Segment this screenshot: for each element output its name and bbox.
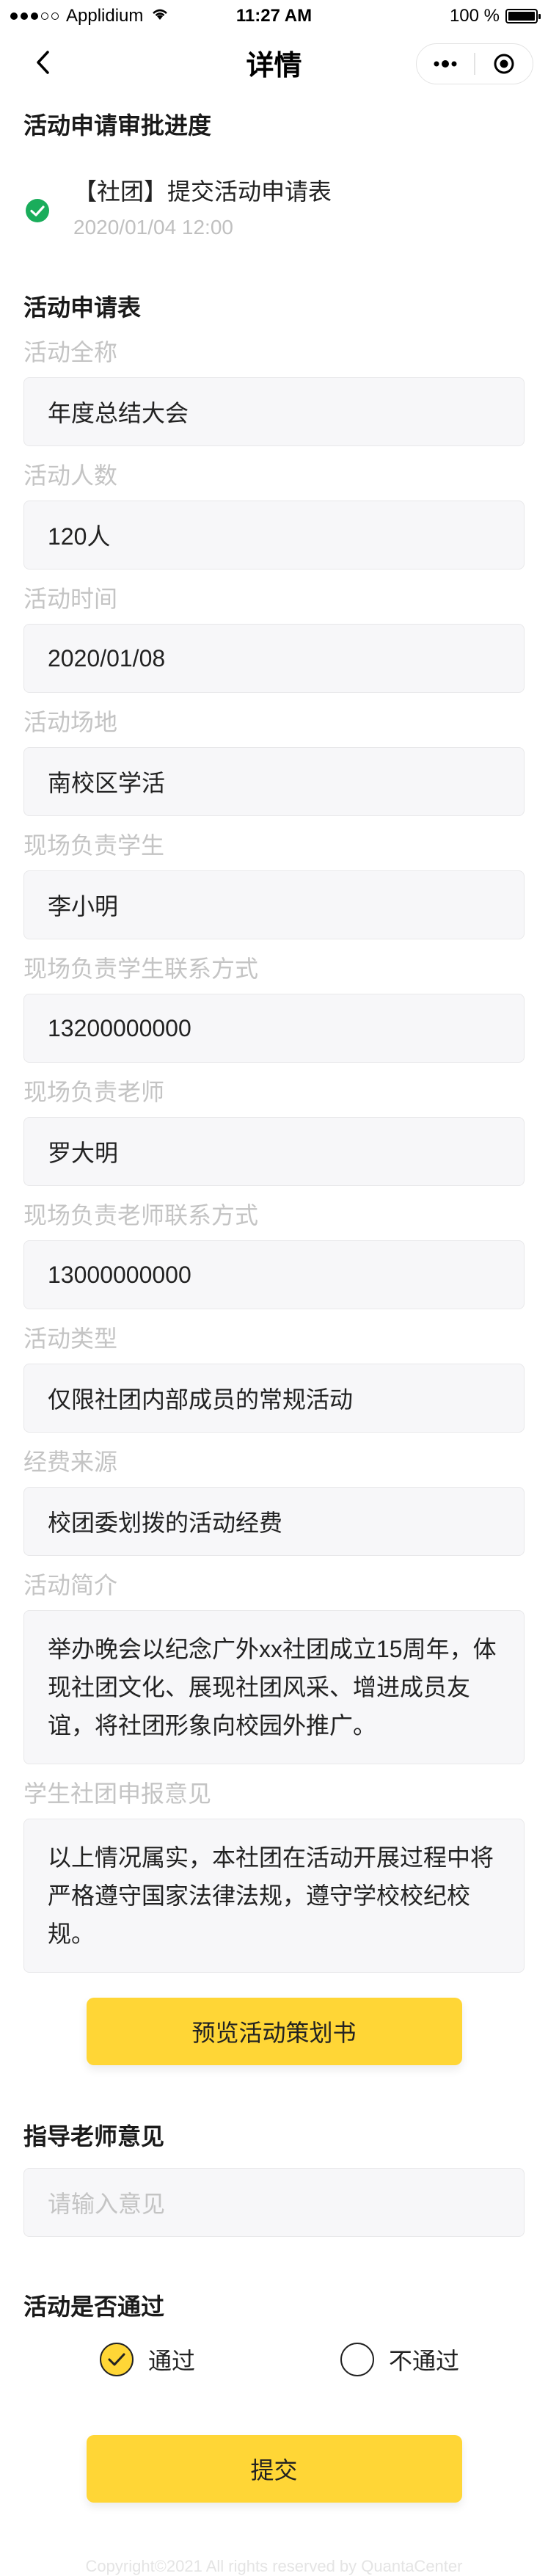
approval-section-title: 活动申请审批进度 [23,112,212,139]
field-label-activity-time: 活动时间 [23,586,118,612]
radio-reject[interactable]: 不通过 [340,2343,459,2376]
field-label-student-in-charge: 现场负责学生 [23,832,165,859]
field-label-student-contact: 现场负责学生联系方式 [23,956,259,982]
field-label-club-opinion: 学生社团申报意见 [23,1780,212,1807]
teacher-opinion-input[interactable]: 请输入意见 [23,2168,525,2237]
approval-step-text: 【社团】提交活动申请表 2020/01/04 12:00 [73,176,332,239]
field-label-teacher-contact: 现场负责老师联系方式 [23,1202,259,1229]
battery-percent: 100 % [449,6,500,26]
field-funding-source: 校团委划拨的活动经费 [23,1487,525,1556]
field-student-contact: 13200000000 [23,994,525,1063]
status-left: Applidium [10,6,169,26]
mini-program-capsule [416,43,533,84]
field-label-funding-source: 经费来源 [23,1449,118,1475]
carrier-name: Applidium [66,6,144,26]
close-button[interactable] [475,44,533,84]
radio-checked-icon [100,2343,134,2376]
status-right: 100 % [449,6,541,26]
field-label-activity-name: 活动全称 [23,339,118,365]
back-button[interactable] [29,49,56,76]
battery-icon [505,9,541,23]
field-label-activity-summary: 活动简介 [23,1572,118,1598]
field-activity-summary: 举办晚会以纪念广外xx社团成立15周年，体现社团文化、展现社团风采、增进成员友谊… [23,1610,525,1764]
form-section-title: 活动申请表 [23,294,142,321]
approval-step-time: 2020/01/04 12:00 [73,216,233,239]
field-activity-time: 2020/01/08 [23,624,525,693]
footer-copyright: Copyright©2021 All rights reserved by Qu… [85,2557,463,2575]
check-circle-icon [26,199,49,222]
field-label-venue: 活动场地 [23,709,118,735]
field-label-activity-type: 活动类型 [23,1325,118,1352]
more-dots-icon [434,60,457,68]
page-title: 详情 [246,50,302,81]
teacher-opinion-title: 指导老师意见 [23,2123,165,2150]
submit-button[interactable]: 提交 [86,2435,462,2503]
field-teacher-contact: 13000000000 [23,1240,525,1309]
signal-icon [10,12,59,20]
radio-approve[interactable]: 通过 [100,2343,195,2376]
field-teacher-in-charge: 罗大明 [23,1117,525,1186]
field-venue: 南校区学活 [23,747,525,816]
preview-plan-button[interactable]: 预览活动策划书 [86,1998,462,2065]
field-label-teacher-in-charge: 现场负责老师 [23,1079,165,1105]
field-label-participants: 活动人数 [23,462,118,489]
status-bar: Applidium 11:27 AM 100 % [0,0,548,32]
approval-step: 【社团】提交活动申请表 2020/01/04 12:00 [23,176,525,239]
nav-bar: 详情 [0,32,548,92]
decision-title: 活动是否通过 [23,2293,165,2320]
radio-approve-label: 通过 [148,2348,196,2374]
chevron-left-icon [37,51,49,74]
field-student-in-charge: 李小明 [23,870,525,939]
radio-unchecked-icon [340,2343,375,2376]
page-content: 活动申请审批进度 【社团】提交活动申请表 2020/01/04 12:00 活动… [23,92,525,2576]
field-activity-name: 年度总结大会 [23,377,525,446]
target-circle-icon [494,54,514,74]
field-club-opinion: 以上情况属实，本社团在活动开展过程中将严格遵守国家法律法规，遵守学校校纪校规。 [23,1819,525,1973]
field-participants: 120人 [23,501,525,570]
wifi-icon [150,6,169,26]
decision-radio-group: 通过 不通过 [23,2340,525,2379]
field-activity-type: 仅限社团内部成员的常规活动 [23,1364,525,1433]
approval-step-title: 【社团】提交活动申请表 [73,178,332,205]
form-fields: 活动全称 年度总结大会 活动人数 120人 活动时间 2020/01/08 活动… [23,336,525,1973]
radio-reject-label: 不通过 [389,2348,460,2374]
more-button[interactable] [417,44,474,84]
